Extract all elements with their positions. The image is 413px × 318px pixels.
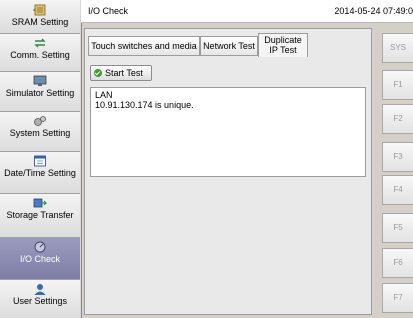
sidebar-item-label: Date/Time Setting [4,168,76,178]
f6-key[interactable]: F6 [382,248,413,278]
test-result-box: LAN 10.91.130.174 is unique. [90,87,366,177]
sidebar-item-comm-setting[interactable]: Comm. Setting [0,34,80,72]
f2-key[interactable]: F2 [382,104,413,134]
sidebar-item-simulator-setting[interactable]: Simulator Setting [0,72,80,112]
datetime-display: 2014-05-24 07:49:0 [334,6,413,16]
monitor-icon [33,75,47,86]
sidebar-item-label: I/O Check [19,254,60,264]
gears-icon [34,116,46,126]
sidebar-item-label: User Settings [12,296,68,306]
comm-arrows-icon [34,38,46,48]
sidebar-item-io-check[interactable]: I/O Check [0,238,80,280]
sidebar-item-storage-transfer[interactable]: Storage Transfer [0,194,80,238]
start-test-button[interactable]: Start Test [90,65,152,81]
f1-key[interactable]: F1 [382,70,413,100]
tab-touch-switches-and-media[interactable]: Touch switches and media [88,36,200,56]
sidebar-item-label: Comm. Setting [10,50,70,60]
sidebar-item-label: Storage Transfer [6,210,74,220]
sidebar-item-system-setting[interactable]: System Setting [0,112,80,152]
f4-key[interactable]: F4 [382,175,413,205]
f5-key[interactable]: F5 [382,213,413,243]
sidebar: SRAM Setting Comm. Setting Simulator Set… [0,0,82,318]
sram-icon [33,4,46,16]
result-line: LAN [95,90,113,100]
io-check-icon [34,241,46,253]
checkmark-icon [94,69,102,77]
io-check-panel: Touch switches and media Network Test Du… [84,28,372,315]
storage-icon [33,198,47,208]
calendar-icon [34,155,46,167]
f3-key[interactable]: F3 [382,142,413,172]
f7-key[interactable]: F7 [382,283,413,313]
start-test-label: Start Test [105,68,143,78]
sidebar-item-label: System Setting [9,128,71,138]
title-bar: I/O Check 2014-05-24 07:49:0 [81,0,413,23]
tab-label: Touch switches and media [91,41,197,51]
user-icon [34,284,46,295]
tab-label: Duplicate IP Test [264,35,302,55]
sidebar-item-sram-setting[interactable]: SRAM Setting [0,0,80,34]
page-title: I/O Check [88,6,129,16]
result-line: 10.91.130.174 is unique. [95,100,194,110]
sys-key[interactable]: SYS [382,33,413,63]
tab-network-test[interactable]: Network Test [200,36,258,56]
tab-label: Network Test [203,41,255,51]
sidebar-item-label: SRAM Setting [11,17,69,27]
sidebar-item-user-settings[interactable]: User Settings [0,280,80,318]
sidebar-item-label: Simulator Setting [5,88,75,98]
tab-duplicate-ip-test[interactable]: Duplicate IP Test [258,33,308,57]
sidebar-item-date-time-setting[interactable]: Date/Time Setting [0,152,80,194]
